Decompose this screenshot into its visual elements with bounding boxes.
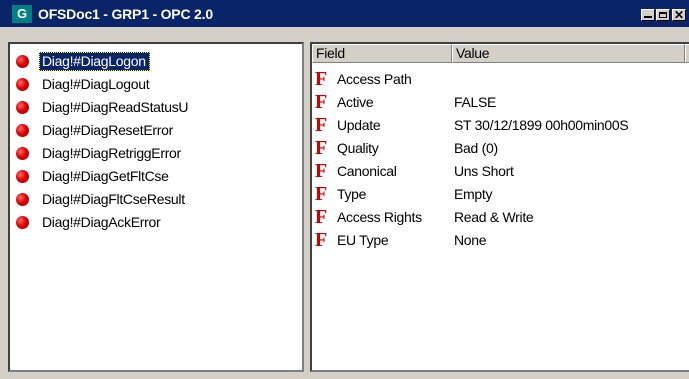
list-item[interactable]: Diag!#DiagFltCseResult	[16, 188, 192, 211]
table-row[interactable]: F Access Path	[312, 67, 682, 90]
red-f-property-icon: F	[315, 183, 328, 205]
red-f-property-icon: F	[315, 206, 328, 228]
field-cell: Access Rights	[337, 209, 422, 225]
red-status-dot-icon	[16, 101, 29, 114]
list-item[interactable]: Diag!#DiagLogon	[16, 50, 192, 73]
window-title: OFSDoc1 - GRP1 - OPC 2.0	[38, 6, 213, 22]
table-row[interactable]: F Access Rights Read & Write	[312, 205, 682, 228]
red-status-dot-icon	[16, 170, 29, 183]
column-header-field[interactable]: Field	[312, 44, 452, 63]
field-cell: Active	[337, 94, 374, 110]
column-header-value[interactable]: Value	[452, 44, 685, 63]
list-item[interactable]: Diag!#DiagLogout	[16, 73, 192, 96]
properties-header: Field Value	[312, 44, 689, 63]
list-item[interactable]: Diag!#DiagGetFltCse	[16, 165, 192, 188]
list-item-label: Diag!#DiagLogon	[39, 52, 150, 71]
red-status-dot-icon	[16, 216, 29, 229]
properties-pane[interactable]: Field Value F Access Path F Active FALSE F Upd…	[310, 42, 689, 372]
list-item-label: Diag!#DiagLogout	[42, 76, 150, 92]
red-f-property-icon: F	[315, 229, 328, 251]
group-badge-icon: G	[12, 5, 32, 23]
field-cell: Access Path	[337, 71, 412, 87]
value-cell: Uns Short	[454, 163, 514, 179]
close-button[interactable]: ✕	[672, 9, 686, 21]
list-item-label: Diag!#DiagReadStatusU	[42, 99, 189, 115]
value-cell: Read & Write	[454, 209, 534, 225]
list-item[interactable]: Diag!#DiagAckError	[16, 211, 192, 234]
list-item-label: Diag!#DiagFltCseResult	[42, 191, 185, 207]
red-status-dot-icon	[16, 124, 29, 137]
list-item[interactable]: Diag!#DiagRetriggError	[16, 142, 192, 165]
list-item-label: Diag!#DiagResetError	[42, 122, 173, 138]
table-row[interactable]: F Canonical Uns Short	[312, 159, 682, 182]
list-item-label: Diag!#DiagAckError	[42, 214, 161, 230]
red-f-property-icon: F	[315, 68, 328, 90]
list-item[interactable]: Diag!#DiagResetError	[16, 119, 192, 142]
maximize-button[interactable]	[656, 9, 670, 21]
minimize-button[interactable]	[641, 9, 655, 21]
table-row[interactable]: F Update ST 30/12/1899 00h00min00S	[312, 113, 682, 136]
list-item-label: Diag!#DiagRetriggError	[42, 145, 181, 161]
red-f-property-icon: F	[315, 91, 328, 113]
value-cell: ST 30/12/1899 00h00min00S	[454, 117, 629, 133]
value-cell: FALSE	[454, 94, 497, 110]
field-cell: Quality	[337, 140, 379, 156]
item-list-pane[interactable]: Diag!#DiagLogon Diag!#DiagLogout Diag!#Dia…	[8, 42, 304, 372]
field-cell: EU Type	[337, 232, 389, 248]
field-cell: Type	[337, 186, 367, 202]
red-f-property-icon: F	[315, 137, 328, 159]
column-header-filler	[685, 44, 689, 63]
field-cell: Canonical	[337, 163, 397, 179]
table-row[interactable]: F Quality Bad (0)	[312, 136, 682, 159]
table-row[interactable]: F Type Empty	[312, 182, 682, 205]
red-status-dot-icon	[16, 78, 29, 91]
red-status-dot-icon	[16, 147, 29, 160]
list-item-label: Diag!#DiagGetFltCse	[42, 168, 169, 184]
table-row[interactable]: F Active FALSE	[312, 90, 682, 113]
opc-browser-window: G OFSDoc1 - GRP1 - OPC 2.0 ✕ Diag!#DiagL…	[0, 0, 689, 379]
value-cell: None	[454, 232, 487, 248]
red-f-property-icon: F	[315, 114, 328, 136]
value-cell: Empty	[454, 186, 493, 202]
field-cell: Update	[337, 117, 381, 133]
red-f-property-icon: F	[315, 160, 328, 182]
item-list: Diag!#DiagLogon Diag!#DiagLogout Diag!#Dia…	[16, 50, 192, 234]
table-row[interactable]: F EU Type None	[312, 228, 682, 251]
list-item[interactable]: Diag!#DiagReadStatusU	[16, 96, 192, 119]
value-cell: Bad (0)	[454, 140, 498, 156]
title-bar[interactable]: G OFSDoc1 - GRP1 - OPC 2.0 ✕	[0, 0, 689, 28]
red-status-dot-icon	[16, 55, 29, 68]
red-status-dot-icon	[16, 193, 29, 206]
